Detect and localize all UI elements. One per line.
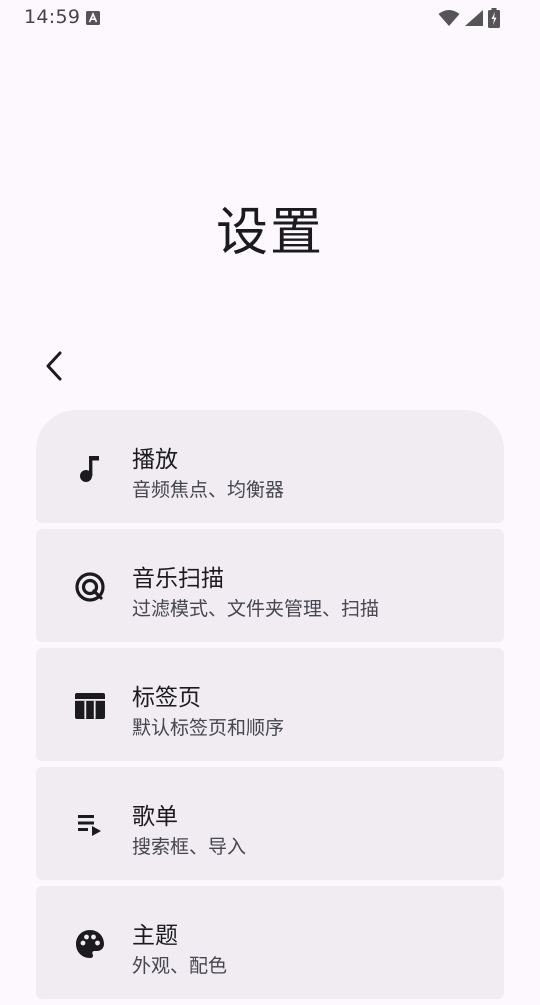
settings-item-title: 音乐扫描: [132, 566, 224, 592]
back-button[interactable]: [32, 346, 76, 390]
tab-layout-icon: [72, 688, 108, 724]
status-time: 14:59: [24, 6, 81, 28]
settings-item-subtitle: 外观、配色: [132, 955, 228, 977]
settings-item-subtitle: 过滤模式、文件夹管理、扫描: [132, 598, 380, 620]
settings-item-tabs[interactable]: 标签页 默认标签页和顺序: [36, 648, 504, 761]
music-note-icon: [72, 450, 108, 486]
chevron-left-icon: [42, 350, 66, 386]
status-bar: 14:59: [0, 0, 540, 34]
a-icon: [86, 10, 100, 25]
settings-item-theme[interactable]: 主题 外观、配色: [36, 886, 504, 999]
settings-item-subtitle: 音频焦点、均衡器: [132, 479, 285, 501]
palette-icon: [72, 926, 108, 962]
settings-item-title: 歌单: [132, 804, 178, 830]
status-icons: [438, 8, 500, 32]
wifi-icon: [438, 9, 460, 31]
battery-charging-icon: [488, 8, 500, 32]
playlist-play-icon: [72, 807, 108, 843]
album-scan-icon: [72, 569, 108, 605]
settings-item-playlist[interactable]: 歌单 搜索框、导入: [36, 767, 504, 880]
signal-icon: [464, 9, 484, 31]
settings-item-title: 播放: [132, 447, 178, 473]
settings-item-subtitle: 搜索框、导入: [132, 836, 247, 858]
page-title: 设置: [215, 203, 324, 263]
settings-item-subtitle: 默认标签页和顺序: [132, 717, 285, 739]
settings-list: 播放 音频焦点、均衡器 音乐扫描 过滤模式、文件夹管理、扫描 标签页 默认标签页…: [36, 410, 504, 1005]
settings-item-playback[interactable]: 播放 音频焦点、均衡器: [36, 410, 504, 523]
settings-item-music-scan[interactable]: 音乐扫描 过滤模式、文件夹管理、扫描: [36, 529, 504, 642]
settings-item-title: 主题: [132, 923, 178, 949]
settings-item-title: 标签页: [132, 685, 201, 711]
